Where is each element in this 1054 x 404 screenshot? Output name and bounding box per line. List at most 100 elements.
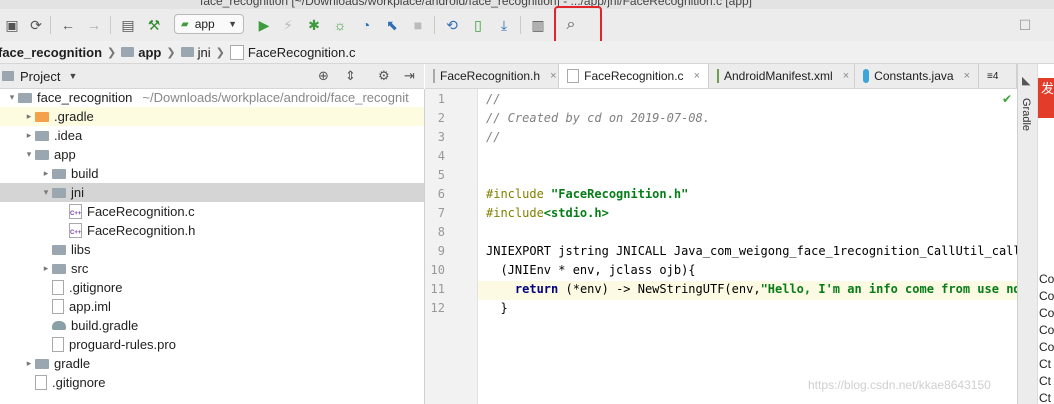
tree-item[interactable]: libs [0, 240, 424, 259]
code-token: // [486, 130, 501, 144]
sdk-manager-icon[interactable]: ⤓ [494, 15, 514, 35]
back-arrow-icon[interactable]: ← [58, 15, 78, 35]
code-line[interactable]: // [486, 130, 500, 149]
code-line[interactable]: #include<stdio.h> [486, 206, 609, 225]
code-token: #include [486, 206, 544, 220]
toolbar-separator [50, 16, 51, 34]
tree-item-label: FaceRecognition.h [87, 223, 196, 238]
code-line[interactable]: JNIEXPORT jstring JNICALL Java_com_weigo… [486, 244, 1017, 263]
tree-item[interactable]: app.iml [0, 297, 424, 316]
code-line[interactable]: // [486, 92, 500, 111]
tree-item-label: face_recognition [37, 90, 133, 105]
debug-attach-icon[interactable]: ⬉ [382, 15, 402, 35]
hide-panel-icon[interactable]: ⇥ [404, 68, 415, 84]
tree-item[interactable]: proguard-rules.pro [0, 335, 424, 354]
tree-item[interactable]: build.gradle [0, 316, 424, 335]
close-icon[interactable]: × [550, 70, 556, 82]
gradle-sync-icon[interactable]: ⟲ [442, 15, 462, 35]
tree-item[interactable]: .gitignore [0, 278, 424, 297]
clipped-text: Co [1039, 340, 1054, 354]
run-icon[interactable]: ▶ [254, 15, 274, 35]
tree-item[interactable]: ▸ .gradle [0, 107, 424, 126]
tree-item[interactable]: ▸ build [0, 164, 424, 183]
sync-icon[interactable]: ⟳ [26, 15, 46, 35]
code-line[interactable]: } [486, 301, 508, 320]
project-structure-icon[interactable]: ▤ [118, 15, 138, 35]
code-line[interactable]: #include "FaceRecognition.h" [486, 187, 688, 206]
attach-debugger-icon[interactable]: ◔ [356, 15, 376, 35]
c-file-icon [69, 223, 82, 238]
collapse-arrow-icon[interactable]: ▸ [23, 111, 35, 122]
code-line[interactable]: return (*env) -> NewStringUTF(env,"Hello… [486, 282, 1017, 301]
clipped-text: Ct [1039, 391, 1051, 404]
apply-changes-icon[interactable]: ⚡ [278, 15, 298, 35]
breadcrumb-item-app[interactable]: app [121, 45, 161, 60]
clipped-text: Co [1039, 272, 1054, 286]
tree-item[interactable]: ▸ .idea [0, 126, 424, 145]
expand-arrow-icon[interactable]: ▾ [6, 92, 18, 103]
code-editor[interactable]: // // Created by cd on 2019-07-08. // #incl… [478, 89, 1017, 404]
editor-tab[interactable]: FaceRecognition.h × [425, 64, 559, 88]
run-configuration-select[interactable]: ▰ app ▼ [174, 14, 244, 34]
tree-item[interactable]: ▸ gradle [0, 354, 424, 373]
gradle-tool-window-button[interactable]: Gradle [1020, 98, 1032, 131]
window-title-bar: face_recognition [~/Downloads/workplace/… [0, 0, 1054, 9]
profile-icon[interactable]: ☼ [330, 15, 350, 35]
tree-item[interactable]: FaceRecognition.h [0, 221, 424, 240]
chevron-down-icon[interactable]: ▼ [68, 71, 77, 81]
expand-arrow-icon[interactable]: ▾ [40, 187, 52, 198]
editor-tab-label: AndroidManifest.xml [724, 69, 833, 83]
project-view-selector[interactable]: Project [20, 69, 60, 84]
save-icon[interactable]: ▣ [2, 15, 22, 35]
code-line[interactable]: (JNIEnv * env, jclass ojb){ [486, 263, 695, 282]
android-icon: ▰ [181, 18, 189, 30]
breadcrumb-item-file[interactable]: FaceRecognition.c [229, 44, 356, 60]
collapse-arrow-icon[interactable]: ▸ [40, 263, 52, 274]
forward-arrow-icon[interactable]: → [84, 15, 104, 35]
editor-tab[interactable]: FaceRecognition.c × [559, 64, 709, 88]
collapse-arrow-icon[interactable]: ▸ [40, 168, 52, 179]
code-token: <stdio.h> [543, 206, 609, 220]
tree-item[interactable]: ▾ app [0, 145, 424, 164]
tree-item[interactable]: ▾ jni [0, 183, 424, 202]
build-hammer-icon[interactable]: ⚒ [144, 15, 164, 35]
close-icon[interactable]: × [694, 70, 700, 82]
collapse-arrow-icon[interactable]: ▸ [23, 358, 35, 369]
tree-item[interactable]: ▾ face_recognition ~/Downloads/workplace/a… [0, 89, 424, 107]
avd-manager-icon[interactable]: ▯ [468, 15, 488, 35]
code-token: // [486, 92, 501, 106]
gear-icon[interactable]: ⚙ [378, 68, 390, 84]
collapse-arrow-icon[interactable]: ▸ [23, 130, 35, 141]
folder-icon [52, 168, 66, 179]
project-view-icon[interactable]: ▥ [528, 15, 548, 35]
editor-tab[interactable]: Constants.java × [855, 64, 979, 88]
expand-arrow-icon[interactable]: ▾ [23, 149, 35, 160]
line-number: 8 [437, 225, 445, 239]
code-token: } [486, 301, 508, 315]
file-icon [52, 337, 64, 352]
line-number: 9 [437, 244, 445, 258]
stop-icon[interactable]: ■ [408, 15, 428, 35]
close-icon[interactable]: × [843, 70, 849, 82]
tree-item-label: app.iml [69, 299, 111, 314]
collapse-all-icon[interactable]: ⇕ [345, 68, 356, 84]
close-icon[interactable]: × [964, 70, 970, 82]
breadcrumb-separator: ❯ [215, 46, 225, 59]
tree-item[interactable]: ▸ src [0, 259, 424, 278]
line-number: 3 [437, 130, 445, 144]
editor-tab-label: Constants.java [874, 69, 954, 83]
tree-item[interactable]: .gitignore [0, 373, 424, 392]
user-icon[interactable]: ☐ [1015, 15, 1035, 35]
editor-tab[interactable]: AndroidManifest.xml × [709, 64, 855, 88]
locate-file-icon[interactable]: ⊕ [318, 68, 329, 84]
tree-item[interactable]: FaceRecognition.c [0, 202, 424, 221]
debug-icon[interactable]: ✱ [304, 15, 324, 35]
tree-item-label: .gradle [54, 109, 94, 124]
code-line[interactable]: // Created by cd on 2019-07-08. [486, 111, 710, 130]
tab-overflow-button[interactable]: ≡4 [979, 64, 1017, 88]
red-badge[interactable]: 发 [1038, 78, 1054, 118]
toolbar-separator [110, 16, 111, 34]
editor-tab-label: FaceRecognition.c [584, 69, 684, 83]
breadcrumb-item-project[interactable]: face_recognition [0, 45, 102, 60]
breadcrumb-item-jni[interactable]: jni [180, 45, 211, 60]
